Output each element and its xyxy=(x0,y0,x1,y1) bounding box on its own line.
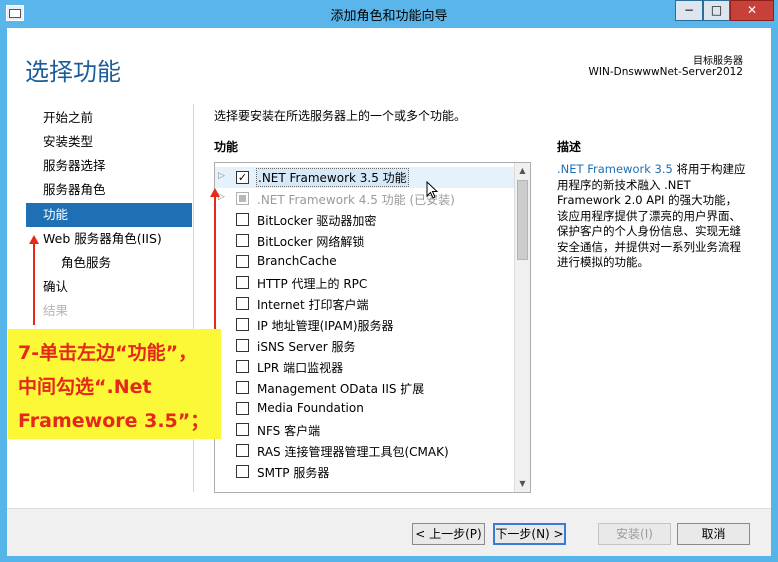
nav-item-installation-type[interactable]: 安装类型 xyxy=(26,130,192,154)
feature-checkbox[interactable] xyxy=(236,423,249,436)
feature-row[interactable]: NFS 客户端 xyxy=(215,419,516,440)
feature-label: BitLocker 网络解锁 xyxy=(257,235,365,249)
maximize-button[interactable]: □ xyxy=(703,0,730,21)
features-scrollbar[interactable]: ▲ ▼ xyxy=(514,163,530,492)
annotation-line: 7-单击左边“功能”， xyxy=(18,342,198,364)
page-title: 选择功能 xyxy=(25,58,121,86)
feature-row[interactable]: ▷ .NET Framework 4.5 功能 (已安装) xyxy=(215,188,516,209)
feature-checkbox[interactable] xyxy=(236,255,249,268)
expand-arrow-icon[interactable]: ▷ xyxy=(218,171,225,181)
feature-row[interactable]: Internet 打印客户端 xyxy=(215,293,516,314)
feature-checkbox[interactable] xyxy=(236,234,249,247)
annotation-callout: 7-单击左边“功能”， 中间勾选“.Net Framewore 3.5”； xyxy=(8,329,221,439)
feature-label: BitLocker 驱动器加密 xyxy=(257,214,377,228)
feature-label: RAS 连接管理器管理工具包(CMAK) xyxy=(257,445,449,459)
scroll-up-icon[interactable]: ▲ xyxy=(515,163,530,179)
feature-checkbox[interactable]: ✓ xyxy=(236,171,249,184)
feature-checkbox[interactable] xyxy=(236,318,249,331)
feature-label: IP 地址管理(IPAM)服务器 xyxy=(257,319,394,333)
wizard-footer: < 上一步(P) 下一步(N) > 安装(I) 取消 xyxy=(7,508,771,556)
arrow-up-icon xyxy=(210,188,220,197)
nav-item-confirmation[interactable]: 确认 xyxy=(26,275,192,299)
nav-item-results: 结果 xyxy=(43,303,69,318)
description-text: .NET Framework 3.5 将用于构建应用程序的新技术融入 .NET … xyxy=(557,162,747,271)
feature-row[interactable]: HTTP 代理上的 RPC xyxy=(215,272,516,293)
feature-row[interactable]: RAS 连接管理器管理工具包(CMAK) xyxy=(215,440,516,461)
feature-row[interactable]: BitLocker 网络解锁 xyxy=(215,230,516,251)
feature-label: LPR 端口监视器 xyxy=(257,361,344,375)
description-highlight: .NET Framework 3.5 xyxy=(557,162,673,176)
target-server-label: 目标服务器 xyxy=(693,56,743,67)
feature-checkbox-partial xyxy=(236,192,249,205)
feature-row[interactable]: BitLocker 驱动器加密 xyxy=(215,209,516,230)
nav-item-server-selection[interactable]: 服务器选择 xyxy=(26,154,192,178)
feature-row[interactable]: Media Foundation xyxy=(215,398,516,419)
feature-label: iSNS Server 服务 xyxy=(257,340,356,354)
feature-checkbox[interactable] xyxy=(236,381,249,394)
feature-checkbox[interactable] xyxy=(236,276,249,289)
instruction-text: 选择要安装在所选服务器上的一个或多个功能。 xyxy=(214,109,467,123)
nav-item-features[interactable]: 功能 xyxy=(26,203,192,227)
close-button[interactable]: ✕ xyxy=(730,0,774,21)
window-title: 添加角色和功能向导 xyxy=(330,9,448,24)
feature-label: NFS 客户端 xyxy=(257,424,321,438)
arrow-up-icon xyxy=(29,235,39,244)
feature-row[interactable]: BranchCache xyxy=(215,251,516,272)
cancel-button[interactable]: 取消 xyxy=(677,523,750,545)
feature-label: HTTP 代理上的 RPC xyxy=(257,277,368,291)
nav-item-role-services[interactable]: 角色服务 xyxy=(26,251,192,275)
annotation-line: 中间勾选“.Net xyxy=(18,376,152,398)
feature-row[interactable]: Management OData IIS 扩展 xyxy=(215,377,516,398)
install-button: 安装(I) xyxy=(598,523,671,545)
annotation-arrow-left xyxy=(33,243,35,325)
next-button[interactable]: 下一步(N) > xyxy=(493,523,566,545)
feature-checkbox[interactable] xyxy=(236,339,249,352)
description-heading: 描述 xyxy=(557,140,582,154)
nav-item-web-server-role[interactable]: Web 服务器角色(IIS) xyxy=(26,227,192,251)
feature-label: .NET Framework 3.5 功能 xyxy=(256,168,409,187)
wizard-client: 选择功能 目标服务器 WIN-DnswwwNet-Server2012 开始之前… xyxy=(7,28,771,556)
features-list[interactable]: ▷ ✓ .NET Framework 3.5 功能 ▷ .NET Framewo… xyxy=(214,162,531,493)
description-body: 将用于构建应用程序的新技术融入 .NET Framework 2.0 API 的… xyxy=(557,162,746,269)
feature-row[interactable]: IP 地址管理(IPAM)服务器 xyxy=(215,314,516,335)
feature-row[interactable]: ▷ ✓ .NET Framework 3.5 功能 xyxy=(215,167,516,188)
scroll-down-icon[interactable]: ▼ xyxy=(515,476,530,492)
target-server-name: WIN-DnswwwNet-Server2012 xyxy=(588,66,743,78)
feature-label: Internet 打印客户端 xyxy=(257,298,369,312)
feature-checkbox[interactable] xyxy=(236,213,249,226)
feature-checkbox[interactable] xyxy=(236,402,249,415)
nav-item-server-roles[interactable]: 服务器角色 xyxy=(26,178,192,202)
feature-row[interactable]: iSNS Server 服务 xyxy=(215,335,516,356)
scroll-thumb[interactable] xyxy=(517,180,528,260)
feature-label: Management OData IIS 扩展 xyxy=(257,382,425,396)
feature-row[interactable]: SMTP 服务器 xyxy=(215,461,516,482)
feature-row[interactable]: LPR 端口监视器 xyxy=(215,356,516,377)
feature-label: SMTP 服务器 xyxy=(257,466,330,480)
feature-checkbox[interactable] xyxy=(236,465,249,478)
feature-label: Media Foundation xyxy=(257,401,364,415)
previous-button[interactable]: < 上一步(P) xyxy=(412,523,485,545)
feature-label: BranchCache xyxy=(257,254,337,268)
annotation-line: Framewore 3.5”； xyxy=(18,410,210,432)
mouse-cursor-icon xyxy=(426,181,438,199)
minimize-button[interactable]: − xyxy=(675,0,703,21)
feature-checkbox[interactable] xyxy=(236,360,249,373)
feature-checkbox[interactable] xyxy=(236,297,249,310)
features-heading: 功能 xyxy=(214,140,239,154)
title-bar: 添加角色和功能向导 − □ ✕ xyxy=(0,0,778,28)
nav-item-before-you-begin[interactable]: 开始之前 xyxy=(26,106,192,130)
feature-checkbox[interactable] xyxy=(236,444,249,457)
